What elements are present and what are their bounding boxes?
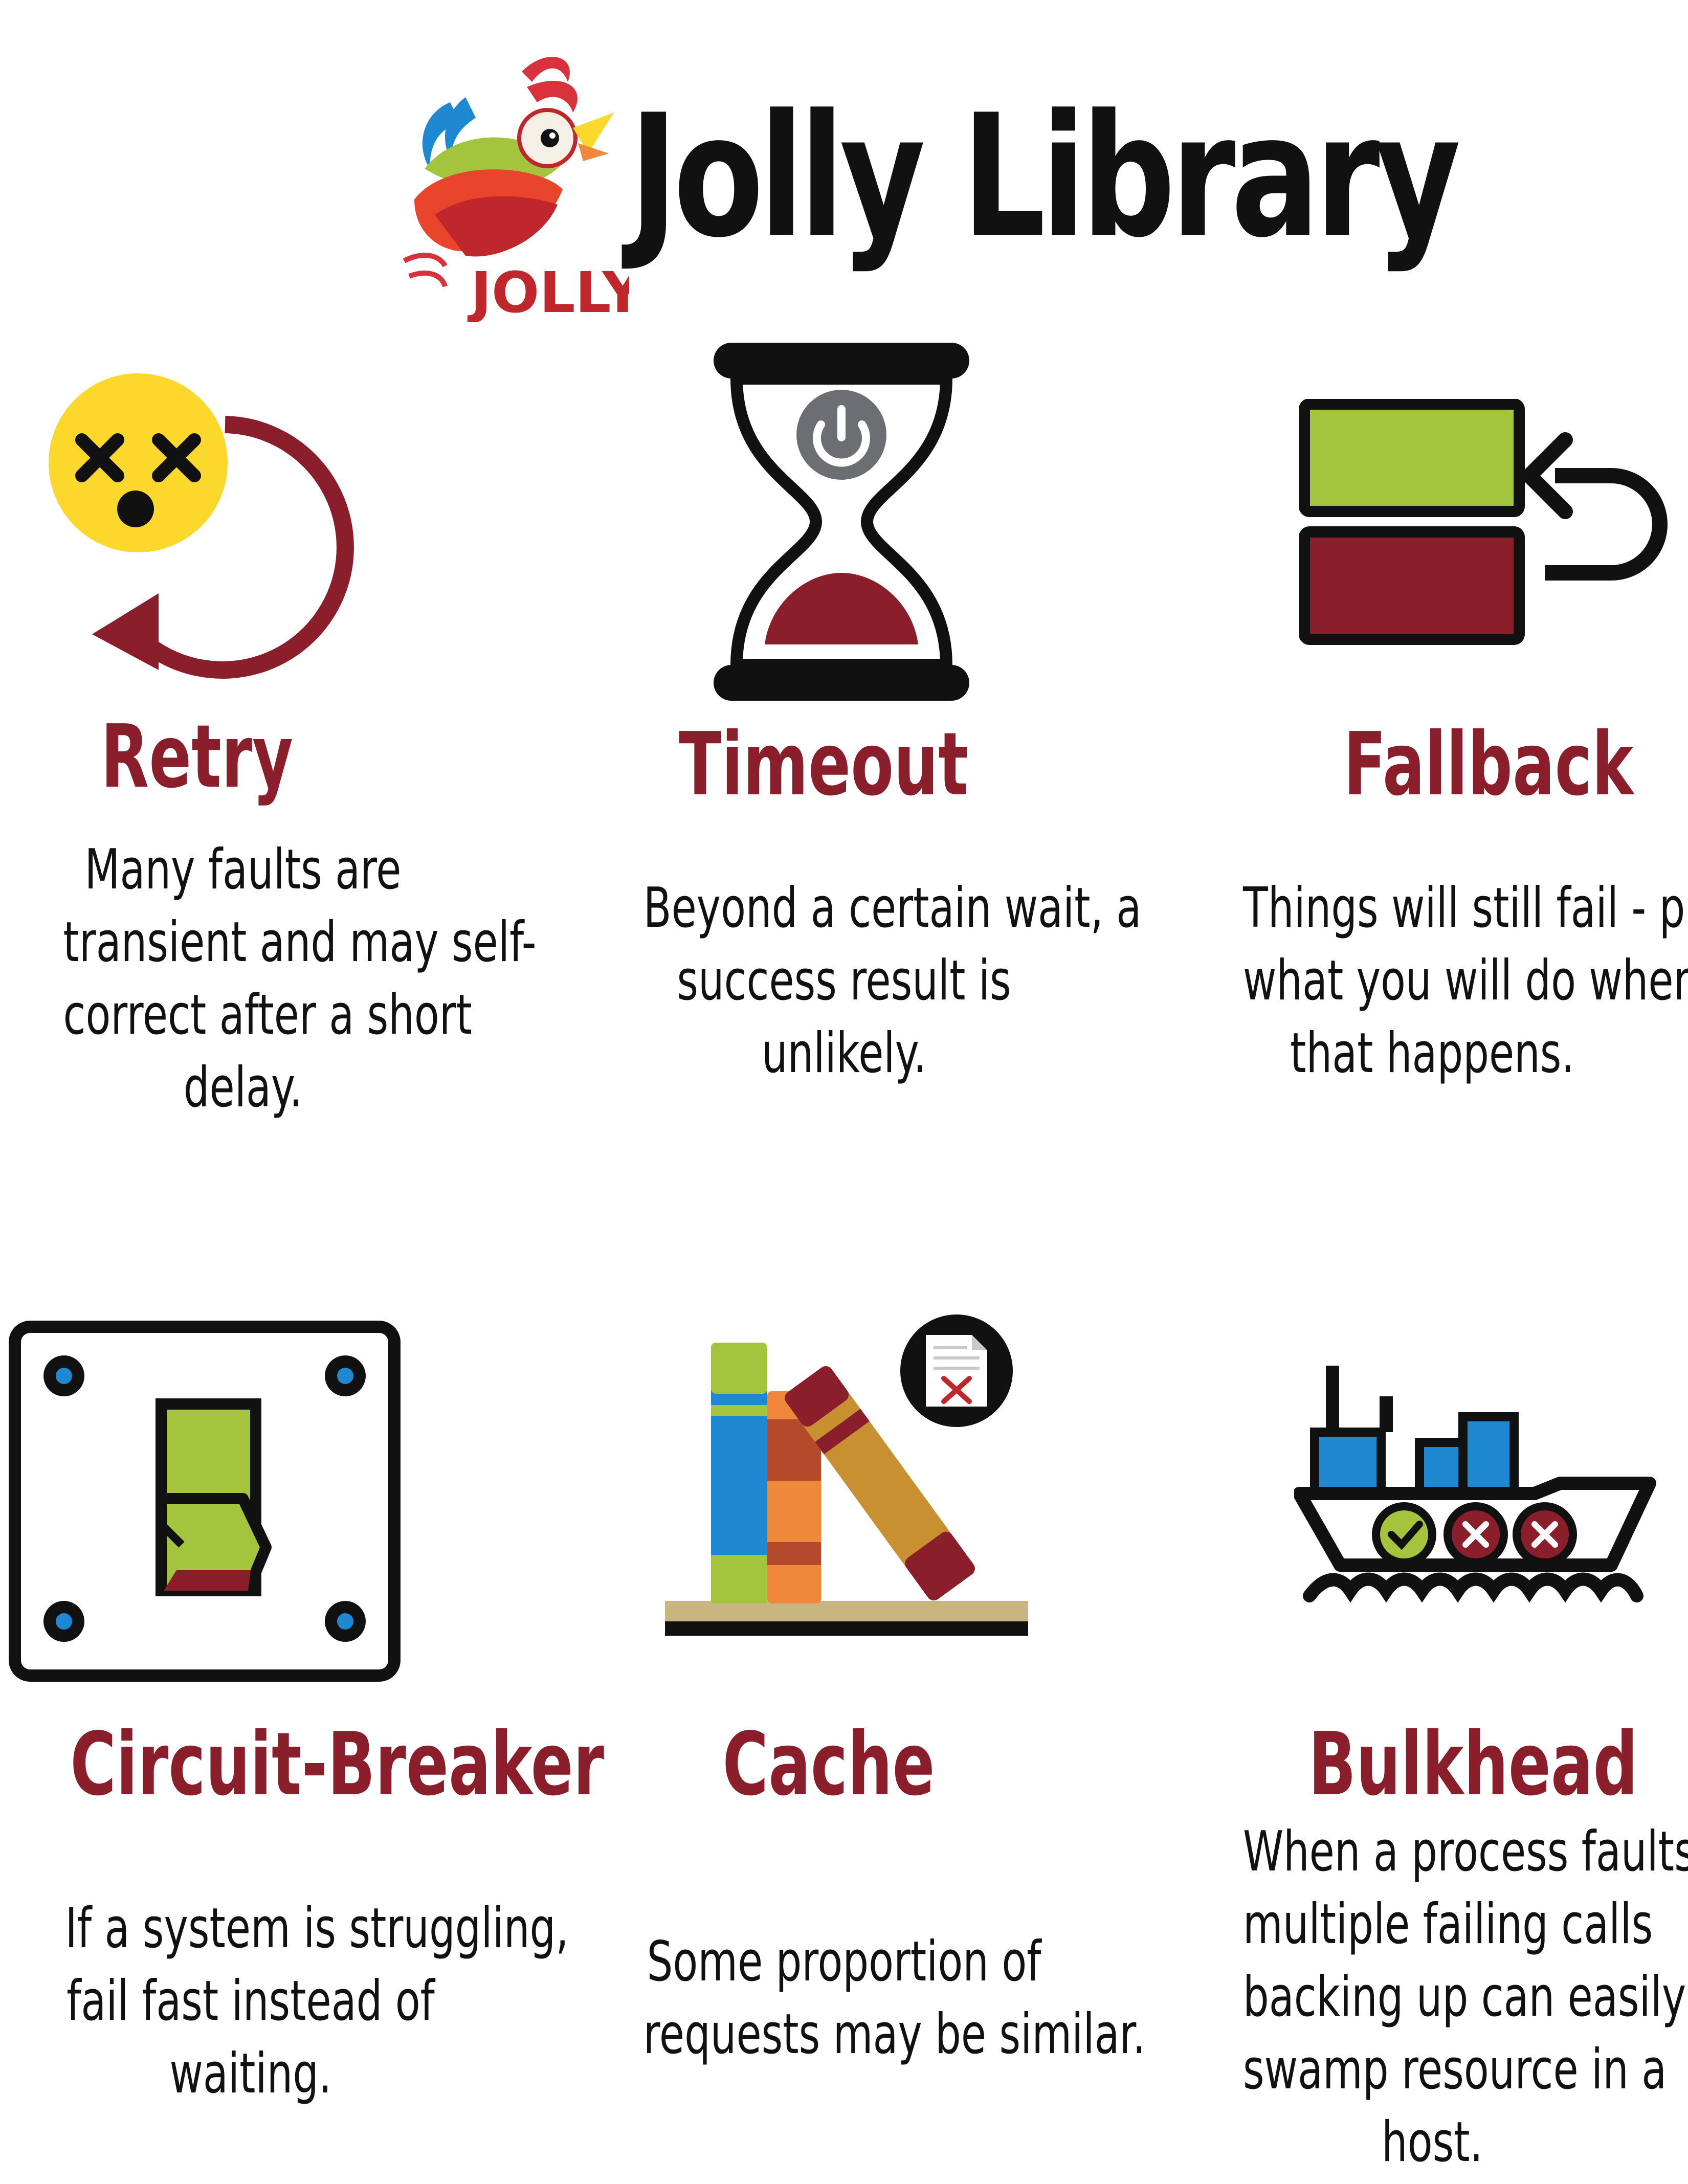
card-title-bulkhead: Bulkhead: [1308, 1714, 1638, 1815]
card-timeout: Timeout Beyond a certain wait, a success…: [573, 338, 1142, 1105]
circuit-switch-icon: [9, 1321, 401, 1682]
page-title: Jolly Library: [629, 78, 1461, 275]
card-fallback: Fallback Things will still fail - plan w…: [1176, 389, 1688, 1156]
books-shelf-icon: [665, 1314, 1028, 1636]
card-title-fallback: Fallback: [1343, 714, 1634, 815]
card-bulkhead: Bulkhead When a process faults, multiple…: [1176, 1314, 1688, 2184]
ship-bulkhead-icon: [1294, 1366, 1656, 1603]
header: JOLLY Jolly Library: [394, 36, 1461, 322]
logo-wordmark: JOLLY: [467, 260, 629, 322]
card-desc-fallback: Things will still fail - plan what you w…: [1243, 876, 1688, 1085]
hourglass-icon: [714, 343, 969, 701]
card-desc-timeout: Beyond a certain wait, a success result …: [643, 876, 1142, 1085]
card-desc-bulkhead: When a process faults, multiple failing …: [1243, 1820, 1688, 2174]
dizzy-face-retry-icon: [49, 373, 354, 679]
jolly-parrot-logo-icon: JOLLY: [403, 57, 629, 322]
card-desc-circuit-breaker: If a system is struggling, fail fast ins…: [65, 1897, 569, 2106]
card-desc-cache: Some proportion of requests may be simil…: [643, 1930, 1146, 2066]
card-title-circuit-breaker: Circuit-Breaker: [70, 1714, 605, 1815]
card-desc-retry: Many faults are transient and may self- …: [63, 838, 537, 1120]
card-cache: Cache Some proportion of requests may be…: [573, 1314, 1146, 2082]
card-retry: Retry Many faults are transient and may …: [0, 358, 537, 1125]
fallback-blocks-icon: [1299, 399, 1668, 645]
card-circuit-breaker: Circuit-Breaker If a system is strugglin…: [0, 1314, 605, 2106]
card-title-timeout: Timeout: [679, 714, 968, 815]
card-title-retry: Retry: [101, 706, 293, 808]
card-title-cache: Cache: [722, 1714, 935, 1815]
